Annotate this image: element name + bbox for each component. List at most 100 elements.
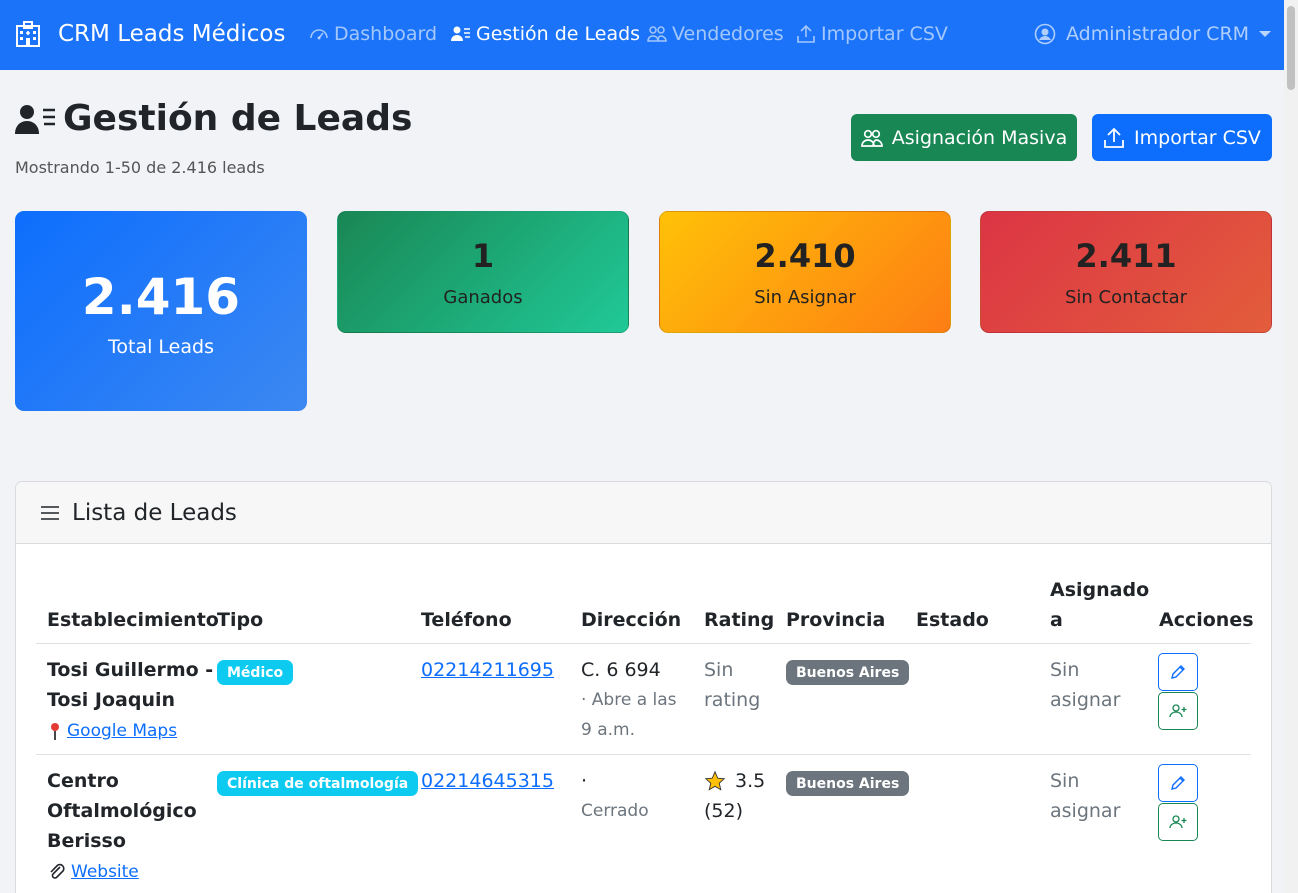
stat-unassigned-value: 2.410: [754, 236, 856, 275]
rating-value-line: 3.5: [704, 766, 765, 796]
person-plus-icon: [1169, 704, 1187, 718]
row-divider: [36, 754, 1251, 755]
stat-uncontacted-label: Sin Contactar: [1064, 286, 1188, 308]
chevron-down-icon: [1259, 31, 1272, 37]
page-title-text: Gestión de Leads: [63, 98, 413, 139]
nav-leads-label: Gestión de Leads: [476, 23, 641, 45]
top-navbar: CRM Leads Médicos Dashboard Gestión de L…: [0, 0, 1298, 70]
user-menu[interactable]: Administrador CRM: [1034, 23, 1272, 45]
assign-button[interactable]: [1158, 803, 1198, 841]
stat-total-label: Total Leads: [108, 336, 214, 358]
mass-assign-label: Asignación Masiva: [891, 126, 1068, 149]
assigned-line: Sin: [1050, 659, 1080, 681]
address: · Cerrado: [581, 766, 649, 826]
google-maps-link[interactable]: Google Maps: [47, 716, 177, 746]
rating-count: (52): [704, 800, 744, 822]
google-maps-label: Google Maps: [67, 721, 178, 741]
user-name: Administrador CRM: [1066, 23, 1250, 45]
type-badge: Médico: [217, 660, 294, 685]
website-link[interactable]: Website: [47, 857, 139, 887]
col-rating[interactable]: Rating: [704, 605, 774, 635]
province-badge: Buenos Aires: [786, 660, 910, 685]
page-subtitle: Mostrando 1-50 de 2.416 leads: [15, 158, 265, 177]
people-icon: [860, 129, 883, 147]
address-hours: · Abre a las: [581, 690, 677, 710]
brand-title: CRM Leads Médicos: [58, 21, 286, 47]
stat-won-label: Ganados: [443, 286, 523, 308]
col-acciones: Acciones: [1159, 609, 1254, 631]
rating-line: Sin: [704, 659, 734, 681]
rating-value: 3.5: [735, 770, 766, 792]
person-plus-icon: [1169, 815, 1187, 829]
stat-total-leads: 2.416 Total Leads: [15, 211, 307, 411]
person-lines-icon: [451, 26, 470, 41]
assigned-to: Sin asignar: [1050, 766, 1120, 826]
row-name-line: Berisso: [47, 830, 126, 852]
row-name-line: Centro: [47, 770, 119, 792]
rating-line: rating: [704, 689, 761, 711]
website-label: Website: [71, 862, 139, 882]
import-csv-button[interactable]: Importar CSV: [1092, 114, 1272, 161]
assigned-line: Sin: [1050, 770, 1080, 792]
page-scrollbar[interactable]: [1284, 0, 1298, 893]
brand[interactable]: CRM Leads Médicos: [14, 20, 285, 48]
import-csv-label: Importar CSV: [1134, 126, 1261, 149]
col-tipo[interactable]: Tipo: [217, 605, 263, 635]
stat-uncontacted: 2.411 Sin Contactar: [980, 211, 1272, 333]
address-line: ·: [581, 770, 588, 792]
row-name: Centro Oftalmológico Berisso: [47, 766, 197, 856]
address-hours: 9 a.m.: [581, 720, 636, 740]
pencil-icon: [1171, 776, 1185, 790]
col-establecimiento[interactable]: Establecimiento: [47, 605, 219, 635]
address: C. 6 694 · Abre a las 9 a.m.: [581, 655, 677, 745]
phone-link[interactable]: 02214645315: [421, 766, 554, 796]
row-name-line: Tosi Guillermo -: [47, 659, 214, 681]
row-name: Tosi Guillermo - Tosi Joaquin: [47, 655, 213, 715]
col-provincia[interactable]: Provincia: [786, 605, 885, 635]
nav-leads[interactable]: Gestión de Leads: [451, 23, 640, 45]
panel-title: Lista de Leads: [72, 499, 237, 526]
nav-vendedores[interactable]: Vendedores: [647, 23, 784, 45]
star-icon: [704, 770, 726, 791]
upload-icon: [1104, 127, 1124, 148]
stat-total-value: 2.416: [81, 268, 241, 326]
panel-header: Lista de Leads: [16, 482, 1271, 544]
edit-button[interactable]: [1158, 653, 1198, 691]
assigned-line: asignar: [1050, 800, 1121, 822]
pencil-icon: [1171, 665, 1185, 679]
col-telefono[interactable]: Teléfono: [421, 605, 512, 635]
col-estado[interactable]: Estado: [916, 605, 989, 635]
col-direccion[interactable]: Dirección: [581, 605, 681, 635]
speedometer-icon: [310, 29, 328, 40]
hospital-icon: [16, 21, 40, 47]
type-badge: Clínica de oftalmología: [217, 771, 419, 796]
col-asignado[interactable]: Asignado a: [1050, 575, 1149, 635]
edit-button[interactable]: [1158, 764, 1198, 802]
phone-link[interactable]: 02214211695: [421, 655, 554, 685]
user-circle-icon: [1034, 23, 1056, 45]
rating: 3.5 (52): [704, 766, 765, 826]
nav-dashboard[interactable]: Dashboard: [309, 23, 437, 45]
stat-uncontacted-value: 2.411: [1075, 236, 1177, 275]
nav-importar[interactable]: Importar CSV: [796, 23, 948, 45]
assign-button[interactable]: [1158, 692, 1198, 730]
address-line: C. 6 694: [581, 659, 661, 681]
assigned-line: asignar: [1050, 689, 1121, 711]
nav-dashboard-label: Dashboard: [334, 23, 438, 45]
scrollbar-thumb[interactable]: [1287, 6, 1295, 90]
mass-assign-button[interactable]: Asignación Masiva: [851, 114, 1077, 161]
person-lines-icon: [15, 104, 55, 134]
row-name-line: Oftalmológico: [47, 800, 197, 822]
people-icon: [647, 26, 667, 42]
upload-icon: [797, 24, 815, 43]
stat-unassigned: 2.410 Sin Asignar: [659, 211, 951, 333]
paperclip-icon: [50, 863, 65, 879]
row-name-line: Tosi Joaquin: [47, 689, 176, 711]
province-badge: Buenos Aires: [786, 771, 910, 796]
header-divider: [36, 643, 1251, 644]
list-icon: [41, 505, 59, 520]
rating: Sin rating: [704, 655, 760, 715]
col-asignado-line2: a: [1050, 609, 1063, 631]
col-asignado-line1: Asignado: [1050, 579, 1150, 601]
stat-won-value: 1: [471, 236, 495, 275]
